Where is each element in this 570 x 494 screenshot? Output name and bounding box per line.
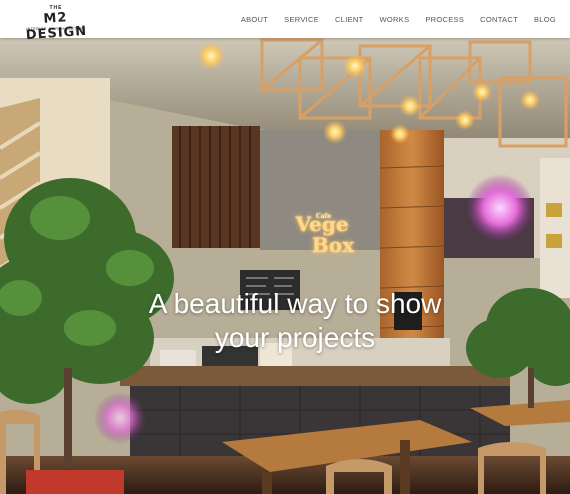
logo-subtitle: INTERIOR & ARCHITECTURE xyxy=(26,27,86,31)
nav-item-process[interactable]: PROCESS xyxy=(425,15,464,24)
cafe-neon-sign: Cafe Vege Box xyxy=(282,213,362,257)
site-header: THE M2 DESIGN INTERIOR & ARCHITECTURE AB… xyxy=(0,0,570,43)
sign-small-text: Cafe xyxy=(316,213,332,220)
hero-tagline: A beautiful way to show your projects xyxy=(0,287,570,355)
hero-banner: Cafe Vege Box A beautiful way to show yo… xyxy=(0,38,570,494)
nav-item-works[interactable]: WORKS xyxy=(380,15,410,24)
nav-item-client[interactable]: CLIENT xyxy=(335,15,363,24)
tagline-line-2: your projects xyxy=(214,322,376,353)
sign-line-2: Box xyxy=(311,233,355,257)
brand-logo[interactable]: THE M2 DESIGN INTERIOR & ARCHITECTURE xyxy=(20,4,92,43)
main-nav: ABOUT SERVICE CLIENT WORKS PROCESS CONTA… xyxy=(225,0,556,38)
nav-item-about[interactable]: ABOUT xyxy=(241,15,268,24)
nav-item-contact[interactable]: CONTACT xyxy=(480,15,518,24)
nav-item-service[interactable]: SERVICE xyxy=(284,15,319,24)
hero-photo xyxy=(0,38,570,494)
nav-item-blog[interactable]: BLOG xyxy=(534,15,556,24)
tagline-line-1: A beautiful way to show xyxy=(148,288,442,319)
logo-name: M2 DESIGN xyxy=(25,10,88,44)
